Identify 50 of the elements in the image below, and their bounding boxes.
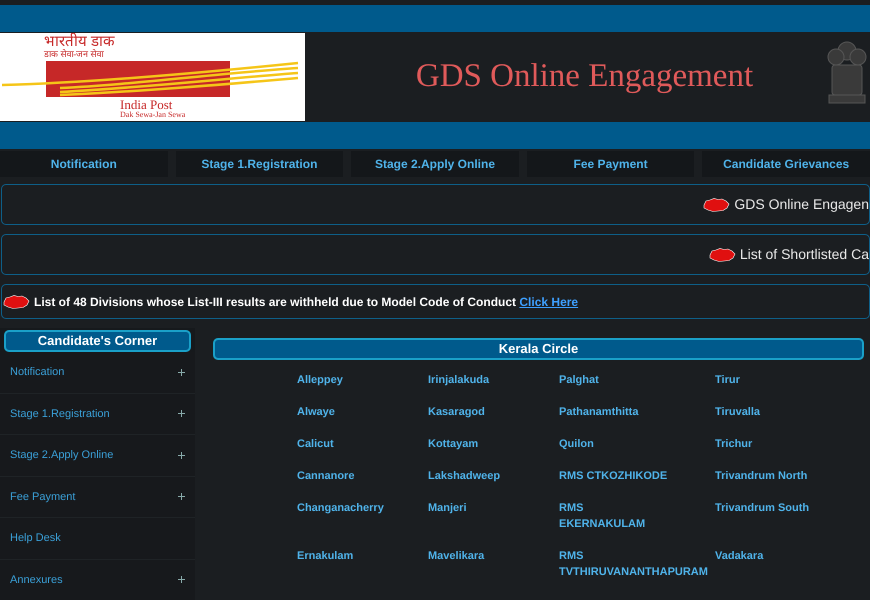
division-link[interactable]: Kasaragod xyxy=(428,404,485,420)
division-link[interactable]: Quilon xyxy=(559,436,594,452)
notice-text: GDS Online Engagen xyxy=(734,195,869,214)
sidebar-item[interactable]: Annexures xyxy=(0,560,195,600)
division-link[interactable]: Palghat xyxy=(559,372,599,388)
nav-tab[interactable]: Fee Payment xyxy=(526,151,694,177)
section-heading: Kerala Circle xyxy=(213,338,864,360)
sidebar-item[interactable]: Stage 1.Registration xyxy=(0,394,195,435)
division-link[interactable]: Cannanore xyxy=(297,468,354,484)
logo-text: डाक सेवा-जन सेवा xyxy=(44,50,104,59)
logo-text: Dak Sewa-Jan Sewa xyxy=(120,111,186,119)
new-badge-icon xyxy=(2,294,30,308)
division-link[interactable]: Pathanamthitta xyxy=(559,404,638,420)
division-link[interactable]: RMS TVTHIRUVANANTHAPURAM xyxy=(559,548,708,580)
division-link[interactable]: Trivandrum North xyxy=(715,468,808,484)
nav-tab[interactable]: Stage 2.Apply Online xyxy=(351,151,519,177)
nav-tab[interactable]: Candidate Grievances xyxy=(702,151,870,177)
division-link[interactable]: Lakshadweep xyxy=(428,468,500,484)
plus-icon xyxy=(178,576,185,584)
division-link[interactable]: Trichur xyxy=(715,436,752,452)
division-link[interactable]: Changanacherry xyxy=(297,500,384,516)
plus-icon xyxy=(178,368,185,376)
notice-text: List of 48 Divisions whose List-III results are withheld due to Model Code of Conduct Click Here xyxy=(34,294,578,310)
sidebar-title: Candidate's Corner xyxy=(4,330,191,352)
division-link[interactable]: Tirur xyxy=(715,372,740,388)
click-here-link[interactable]: Click Here xyxy=(519,294,578,308)
division-link[interactable]: Trivandrum South xyxy=(715,500,810,516)
new-badge-icon xyxy=(702,198,730,212)
division-link[interactable]: Kottayam xyxy=(428,436,478,452)
division-link[interactable]: Manjeri xyxy=(428,500,467,516)
page-title: GDS Online Engagement xyxy=(414,57,754,96)
new-badge-icon xyxy=(708,248,736,262)
nav-tab[interactable]: Notification xyxy=(0,151,168,177)
division-link[interactable]: Alwaye xyxy=(297,404,335,420)
division-link[interactable]: Mavelikara xyxy=(428,548,484,564)
division-link[interactable]: Alleppey xyxy=(297,372,343,388)
division-link[interactable]: RMS EKERNAKULAM xyxy=(559,500,670,532)
plus-icon xyxy=(178,452,185,459)
division-link[interactable]: Irinjalakuda xyxy=(428,372,490,388)
plus-icon xyxy=(178,410,185,418)
nav-tab[interactable]: Stage 1.Registration xyxy=(176,151,344,177)
division-link[interactable]: Tiruvalla xyxy=(715,404,760,420)
division-link[interactable]: Ernakulam xyxy=(297,548,354,564)
sidebar-item[interactable]: Fee Payment xyxy=(0,476,195,518)
division-link[interactable]: Calicut xyxy=(297,436,334,452)
division-link[interactable]: Vadakara xyxy=(715,548,764,564)
logo-text: India Post xyxy=(120,98,172,111)
division-link[interactable]: RMS CTKOZHIKODE xyxy=(559,468,668,484)
plus-icon xyxy=(178,493,185,500)
notice-text: List of Shortlisted Ca xyxy=(740,245,869,264)
